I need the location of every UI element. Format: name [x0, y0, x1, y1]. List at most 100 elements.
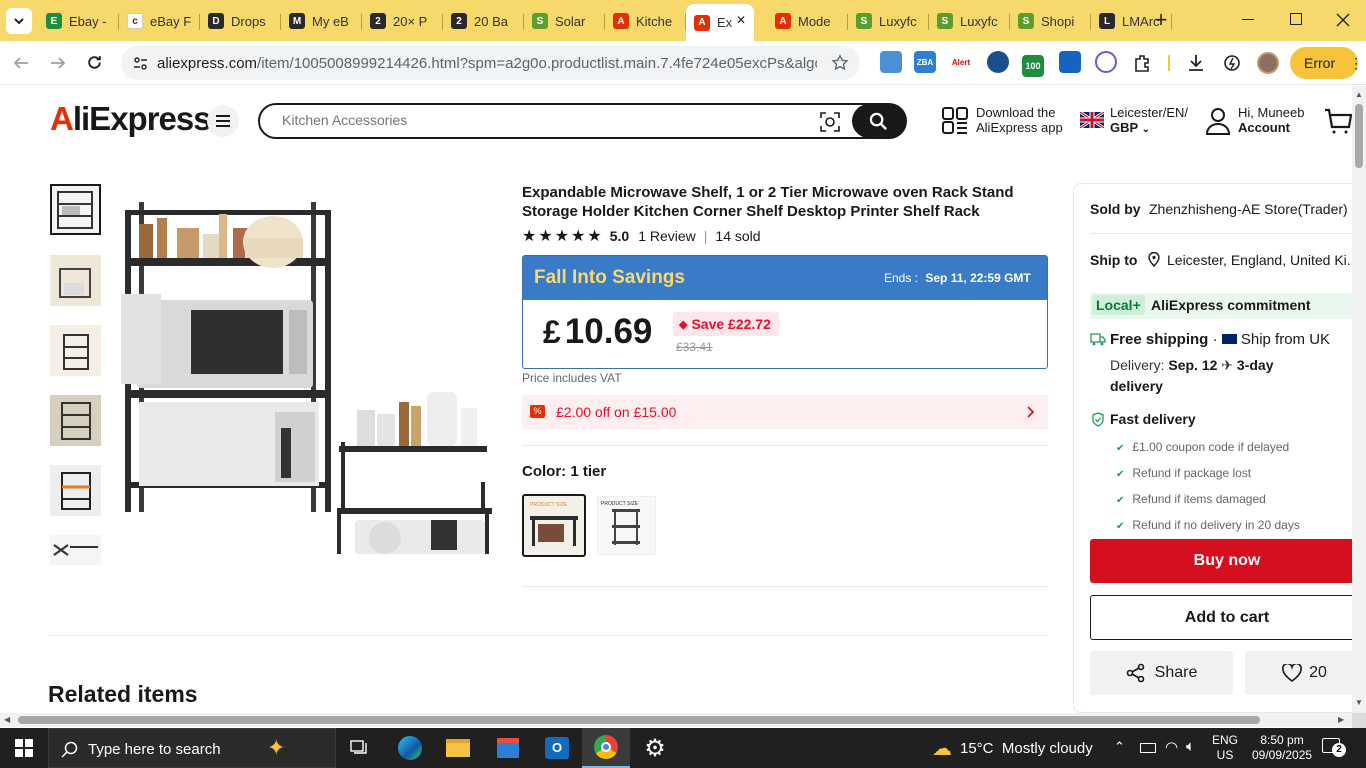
- rating-stars-icon: ★★★★★: [522, 228, 604, 245]
- scroll-right-arrow[interactable]: ▶: [1338, 715, 1344, 724]
- buy-now-button[interactable]: Buy now: [1090, 539, 1352, 583]
- product-title: Expandable Microwave Shelf, 1 or 2 Tier …: [522, 184, 1014, 220]
- browser-tab[interactable]: S Luxyfc: [848, 5, 929, 37]
- horizontal-scroll-thumb[interactable]: [18, 716, 1260, 724]
- browser-tab[interactable]: A Kitche: [605, 5, 686, 37]
- new-tab-button[interactable]: +: [1150, 7, 1172, 33]
- delivery-date: Sep. 12: [1168, 357, 1218, 373]
- guarantee-text: Refund if package lost: [1132, 466, 1252, 480]
- search-button[interactable]: [852, 104, 906, 138]
- browser-tab[interactable]: A Ex ✕: [686, 4, 754, 41]
- account-icon[interactable]: [1206, 107, 1230, 135]
- scroll-down-arrow[interactable]: ▼: [1355, 698, 1363, 707]
- vertical-scrollbar[interactable]: ▲ ▼: [1352, 86, 1366, 713]
- qr-code-icon[interactable]: [942, 107, 968, 135]
- reload-icon[interactable]: [86, 54, 103, 71]
- store-link[interactable]: Zhenzhisheng-AE Store(Trader): [1149, 201, 1348, 217]
- browser-tab[interactable]: S Shopi: [1010, 5, 1091, 37]
- download-icon[interactable]: [1186, 53, 1206, 73]
- extension-1-icon[interactable]: [880, 51, 902, 73]
- settings-taskbar-button[interactable]: ⚙: [631, 728, 679, 768]
- restore-button[interactable]: [1290, 13, 1302, 25]
- horizontal-scrollbar[interactable]: ◀ ▶: [0, 713, 1352, 727]
- ship-to-value[interactable]: Leicester, England, United Ki...: [1167, 252, 1352, 268]
- extension-4-icon[interactable]: [987, 51, 1009, 73]
- clock[interactable]: 8:50 pm 09/09/2025: [1252, 733, 1312, 763]
- reviews-link[interactable]: 1 Review: [638, 228, 696, 244]
- minimize-button[interactable]: [1242, 19, 1254, 20]
- cart-icon[interactable]: [1324, 108, 1352, 134]
- wifi-icon[interactable]: ◠: [1165, 738, 1178, 756]
- scroll-up-arrow[interactable]: ▲: [1355, 90, 1363, 99]
- vertical-scroll-thumb[interactable]: [1355, 104, 1363, 168]
- browser-tab[interactable]: c eBay F: [119, 5, 200, 37]
- category-menu-button[interactable]: [207, 105, 239, 137]
- chrome-taskbar-button[interactable]: [582, 728, 630, 768]
- bookmark-star-icon[interactable]: [831, 54, 849, 72]
- browser-tab[interactable]: D Drops: [200, 5, 281, 37]
- url-text[interactable]: aliexpress.com/item/1005008999214426.htm…: [157, 55, 817, 72]
- task-view-button[interactable]: [336, 728, 384, 768]
- browser-tab[interactable]: S Luxyfc: [929, 5, 1010, 37]
- locale-selector[interactable]: Leicester/EN/GBP ⌄: [1110, 105, 1188, 137]
- alert-extension-icon[interactable]: Alert: [950, 51, 972, 73]
- tab-search-button[interactable]: [6, 8, 32, 34]
- close-window-icon[interactable]: [1336, 13, 1350, 27]
- share-button[interactable]: Share: [1090, 651, 1233, 695]
- download-app-link[interactable]: Download the AliExpress app: [976, 105, 1063, 135]
- color-option-1-tier[interactable]: PRODUCT SIZE: [522, 494, 586, 557]
- aliexpress-logo[interactable]: AliExpress: [50, 100, 212, 138]
- start-button[interactable]: [0, 728, 48, 768]
- extension-2-icon[interactable]: ZBA: [914, 51, 936, 73]
- outlook-taskbar-button[interactable]: O: [533, 728, 581, 768]
- browser-tab[interactable]: S Solar: [524, 5, 605, 37]
- extension-7-icon[interactable]: [1095, 51, 1117, 73]
- volume-icon[interactable]: 🔈︎: [1186, 738, 1195, 755]
- profile-avatar[interactable]: [1257, 52, 1279, 74]
- puzzle-extensions-icon[interactable]: [1132, 53, 1152, 73]
- guarantee-list: ✔ £1.00 coupon code if delayed ✔ Refund if…: [1116, 435, 1300, 539]
- store-taskbar-button[interactable]: [484, 728, 532, 768]
- main-product-image[interactable]: [115, 182, 500, 562]
- weather-widget[interactable]: ☁ 15°C Mostly cloudy: [932, 728, 1093, 768]
- show-hidden-icons-button[interactable]: ⌃: [1114, 739, 1125, 755]
- notifications-button[interactable]: 2: [1322, 738, 1346, 758]
- color-option-2-tier[interactable]: PRODUCT SIZE: [597, 496, 656, 555]
- edge-taskbar-button[interactable]: [386, 728, 434, 768]
- extension-6-icon[interactable]: [1059, 51, 1081, 73]
- tab-label: Mode: [798, 13, 831, 29]
- free-shipping-label: Free shipping: [1110, 331, 1209, 348]
- logo-a: A: [50, 100, 74, 137]
- back-icon[interactable]: [13, 55, 29, 71]
- edge-icon: [398, 736, 422, 760]
- browser-tab[interactable]: 2 20× P: [362, 5, 443, 37]
- address-bar[interactable]: aliexpress.com/item/1005008999214426.htm…: [121, 46, 860, 80]
- wishlist-button[interactable]: 20: [1245, 651, 1352, 695]
- coupon-banner[interactable]: % £2.00 off on £15.00: [522, 395, 1048, 429]
- product-thumbnail-1[interactable]: [50, 184, 101, 235]
- forward-icon[interactable]: [50, 55, 66, 71]
- site-info-icon[interactable]: [133, 56, 148, 71]
- search-input[interactable]: [282, 112, 782, 128]
- badge-extension-icon[interactable]: 100: [1022, 55, 1044, 77]
- taskbar-search-box[interactable]: Type here to search ✦: [48, 728, 336, 768]
- error-button[interactable]: Error ⋮: [1290, 47, 1363, 79]
- browser-tab[interactable]: E Ebay -: [38, 5, 119, 37]
- browser-tab[interactable]: M My eB: [281, 5, 362, 37]
- product-thumbnail-5[interactable]: [50, 465, 101, 516]
- performance-icon[interactable]: [1222, 53, 1242, 73]
- browser-tab[interactable]: 2 20 Ba: [443, 5, 524, 37]
- product-thumbnail-2[interactable]: [50, 255, 101, 306]
- account-menu[interactable]: Hi, Muneeb Account: [1238, 105, 1304, 135]
- scroll-left-arrow[interactable]: ◀: [4, 715, 10, 724]
- browser-tab[interactable]: A Mode: [767, 5, 848, 37]
- product-thumbnail-3[interactable]: [50, 325, 101, 376]
- file-explorer-taskbar-button[interactable]: [434, 728, 482, 768]
- close-tab-icon[interactable]: ✕: [736, 13, 746, 27]
- add-to-cart-button[interactable]: Add to cart: [1090, 595, 1352, 640]
- image-search-icon[interactable]: [820, 112, 840, 132]
- product-thumbnail-4[interactable]: [50, 395, 101, 446]
- language-indicator[interactable]: ENG US: [1212, 733, 1238, 763]
- battery-icon[interactable]: [1140, 743, 1156, 753]
- product-thumbnail-6[interactable]: [50, 535, 101, 565]
